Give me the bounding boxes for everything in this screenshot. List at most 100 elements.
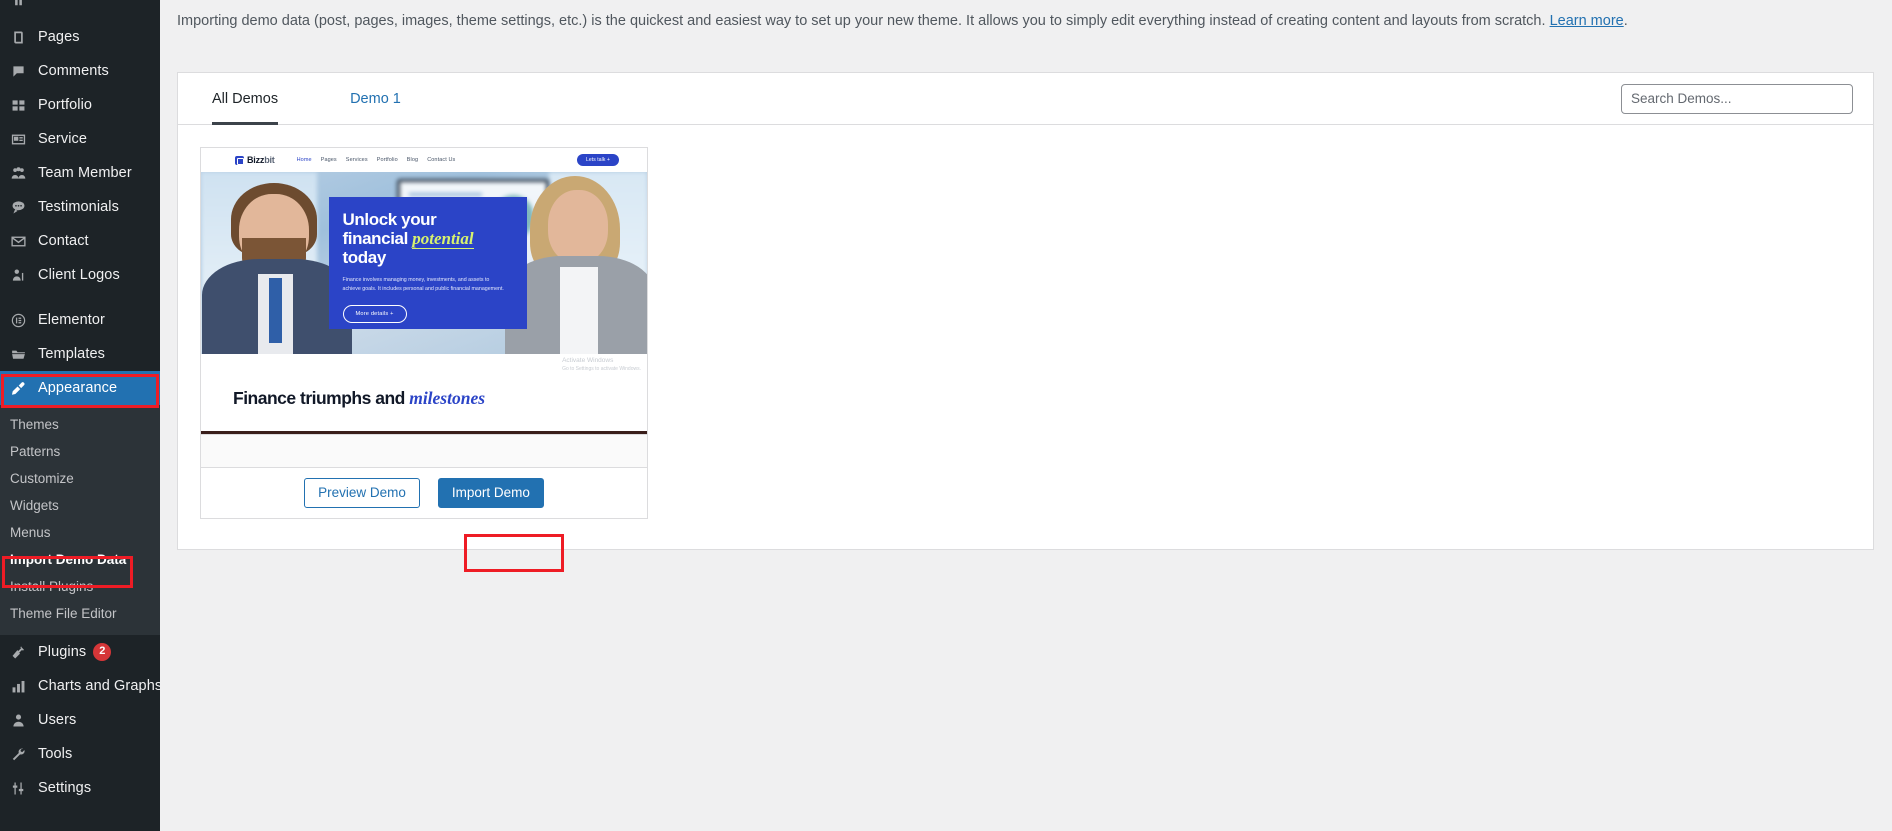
- thumb-person-right: [505, 172, 647, 354]
- thumb-nav-pages: Pages: [320, 157, 337, 163]
- templates-icon: [10, 346, 38, 363]
- thumb-brand: Bizz: [247, 155, 265, 165]
- service-icon: [10, 131, 38, 148]
- thumb-hero-line2: financial: [342, 229, 413, 249]
- thumb-footer: Finance triumphs and milestones Activate…: [201, 354, 647, 434]
- plugins-icon: [10, 644, 38, 661]
- thumb-footer-heading: Finance triumphs and milestones: [233, 388, 485, 409]
- team-member-icon: [10, 165, 38, 182]
- search-container: [1621, 83, 1853, 114]
- appearance-submenu: Themes Patterns Customize Widgets Menus …: [0, 405, 160, 635]
- thumb-hero-emphasis: potential: [412, 229, 474, 250]
- demo-tabs: All Demos Demo 1: [200, 73, 413, 125]
- intro-text-1: Importing demo data (post, pages, images…: [177, 13, 1550, 29]
- thumb-nav-links: Home Pages Services Portfolio Blog Conta…: [297, 157, 456, 163]
- sidebar-item-comments[interactable]: Comments: [0, 54, 160, 88]
- learn-more-link[interactable]: Learn more: [1550, 13, 1624, 29]
- submenu-item-themes[interactable]: Themes: [0, 411, 160, 438]
- sidebar-item-label: Portfolio: [38, 97, 93, 113]
- thumb-hero-card: Unlock your financial potential today Fi…: [328, 197, 528, 329]
- sidebar-item-label: Pages: [38, 29, 80, 45]
- submenu-item-import-demo-data[interactable]: Import Demo Data: [0, 546, 160, 573]
- client-logos-icon: [10, 267, 38, 284]
- elementor-icon: [10, 312, 38, 329]
- thumb-logo: Bizzbit: [235, 155, 275, 165]
- tab-demo-1[interactable]: Demo 1: [338, 73, 413, 125]
- intro-paragraph: Importing demo data (post, pages, images…: [177, 8, 1874, 35]
- preview-demo-button[interactable]: Preview Demo: [304, 478, 420, 508]
- thumb-hero-heading: Unlock your financial potential today: [343, 210, 513, 267]
- comments-icon: [10, 63, 38, 80]
- sidebar-divider-1: [0, 292, 160, 303]
- sidebar-item-templates[interactable]: Templates: [0, 337, 160, 371]
- settings-icon: [10, 780, 38, 797]
- thumb-site-nav: Bizzbit Home Pages Services Portfolio Bl…: [201, 148, 647, 172]
- charts-and-graphs-icon: [10, 678, 38, 695]
- import-demo-button[interactable]: Import Demo: [437, 478, 544, 508]
- thumb-nav-contact-us: Contact Us: [427, 157, 456, 163]
- submenu-item-patterns[interactable]: Patterns: [0, 438, 160, 465]
- submenu-item-install-plugins[interactable]: Install Plugins: [0, 573, 160, 600]
- sidebar-item-pages[interactable]: Pages: [0, 20, 160, 54]
- sidebar-item-client-logos[interactable]: Client Logos: [0, 258, 160, 292]
- contact-icon: [10, 233, 38, 250]
- sidebar-item-appearance[interactable]: Appearance: [0, 371, 160, 405]
- panel-header: All Demos Demo 1: [178, 73, 1873, 125]
- testimonials-icon: [10, 199, 38, 216]
- watermark-line-1: Activate Windows: [562, 357, 614, 364]
- sidebar-item-settings[interactable]: Settings: [0, 771, 160, 805]
- sidebar-item-label: Elementor: [38, 312, 105, 328]
- submenu-item-customize[interactable]: Customize: [0, 465, 160, 492]
- thumb-nav-portfolio: Portfolio: [376, 157, 398, 163]
- tab-all-demos[interactable]: All Demos: [200, 73, 290, 125]
- portfolio-icon: [10, 97, 38, 114]
- sidebar-item-label: Tools: [38, 746, 73, 762]
- sidebar-item-above-pages[interactable]: [0, 0, 160, 20]
- thumb-hero-paragraph: Finance involves managing money, investm…: [342, 277, 504, 293]
- search-demos-input[interactable]: [1621, 83, 1853, 114]
- thumb-hero-line1: Unlock your: [342, 210, 437, 230]
- sidebar-item-label: Templates: [38, 346, 105, 362]
- sidebar-item-label: Plugins: [38, 644, 87, 660]
- sidebar-item-tools[interactable]: Tools: [0, 737, 160, 771]
- thumb-footer-rule: [201, 431, 647, 434]
- thumb-hero-line3: today: [342, 248, 387, 268]
- thumb-nav-services: Services: [345, 157, 368, 163]
- users-icon: [10, 712, 38, 729]
- windows-activation-watermark: Activate Windows Go to Settings to activ…: [562, 356, 641, 374]
- sidebar-item-elementor[interactable]: Elementor: [0, 303, 160, 337]
- thumb-brand-suffix: bit: [264, 155, 275, 165]
- sidebar-item-contact[interactable]: Contact: [0, 224, 160, 258]
- media-icon: [10, 0, 38, 12]
- thumb-footer-heading-text: Finance triumphs and: [233, 388, 410, 408]
- sidebar-item-label: Contact: [38, 233, 89, 249]
- thumb-nav-blog: Blog: [406, 157, 419, 163]
- demos-panel: All Demos Demo 1 Bizzbit: [177, 72, 1874, 550]
- pages-icon: [10, 29, 38, 46]
- sidebar-item-label: Service: [38, 131, 88, 147]
- sidebar-item-charts-and-graphs[interactable]: Charts and Graphs: [0, 669, 160, 703]
- sidebar-item-label: Users: [38, 712, 77, 728]
- submenu-item-menus[interactable]: Menus: [0, 519, 160, 546]
- sidebar-item-plugins[interactable]: Plugins 2: [0, 635, 160, 669]
- sidebar-item-users[interactable]: Users: [0, 703, 160, 737]
- tools-icon: [10, 746, 38, 763]
- sidebar-item-team-member[interactable]: Team Member: [0, 156, 160, 190]
- watermark-line-2: Go to Settings to activate Windows.: [562, 366, 641, 372]
- thumb-hero-button: More details +: [342, 305, 407, 324]
- sidebar-item-label: Team Member: [38, 165, 132, 181]
- sidebar-item-label: Comments: [38, 63, 109, 79]
- sidebar-item-label: Settings: [38, 780, 92, 796]
- sidebar-item-portfolio[interactable]: Portfolio: [0, 88, 160, 122]
- plugins-update-badge: 2: [93, 643, 112, 661]
- thumb-footer-heading-emphasis: milestones: [409, 388, 486, 408]
- demo-card: Bizzbit Home Pages Services Portfolio Bl…: [200, 147, 648, 519]
- appearance-icon: [10, 380, 38, 397]
- demo-thumbnail[interactable]: Bizzbit Home Pages Services Portfolio Bl…: [201, 148, 647, 434]
- demo-title-strip: [201, 434, 647, 468]
- main-content: Importing demo data (post, pages, images…: [160, 0, 1892, 831]
- submenu-item-theme-file-editor[interactable]: Theme File Editor: [0, 600, 160, 627]
- sidebar-item-testimonials[interactable]: Testimonials: [0, 190, 160, 224]
- submenu-item-widgets[interactable]: Widgets: [0, 492, 160, 519]
- sidebar-item-service[interactable]: Service: [0, 122, 160, 156]
